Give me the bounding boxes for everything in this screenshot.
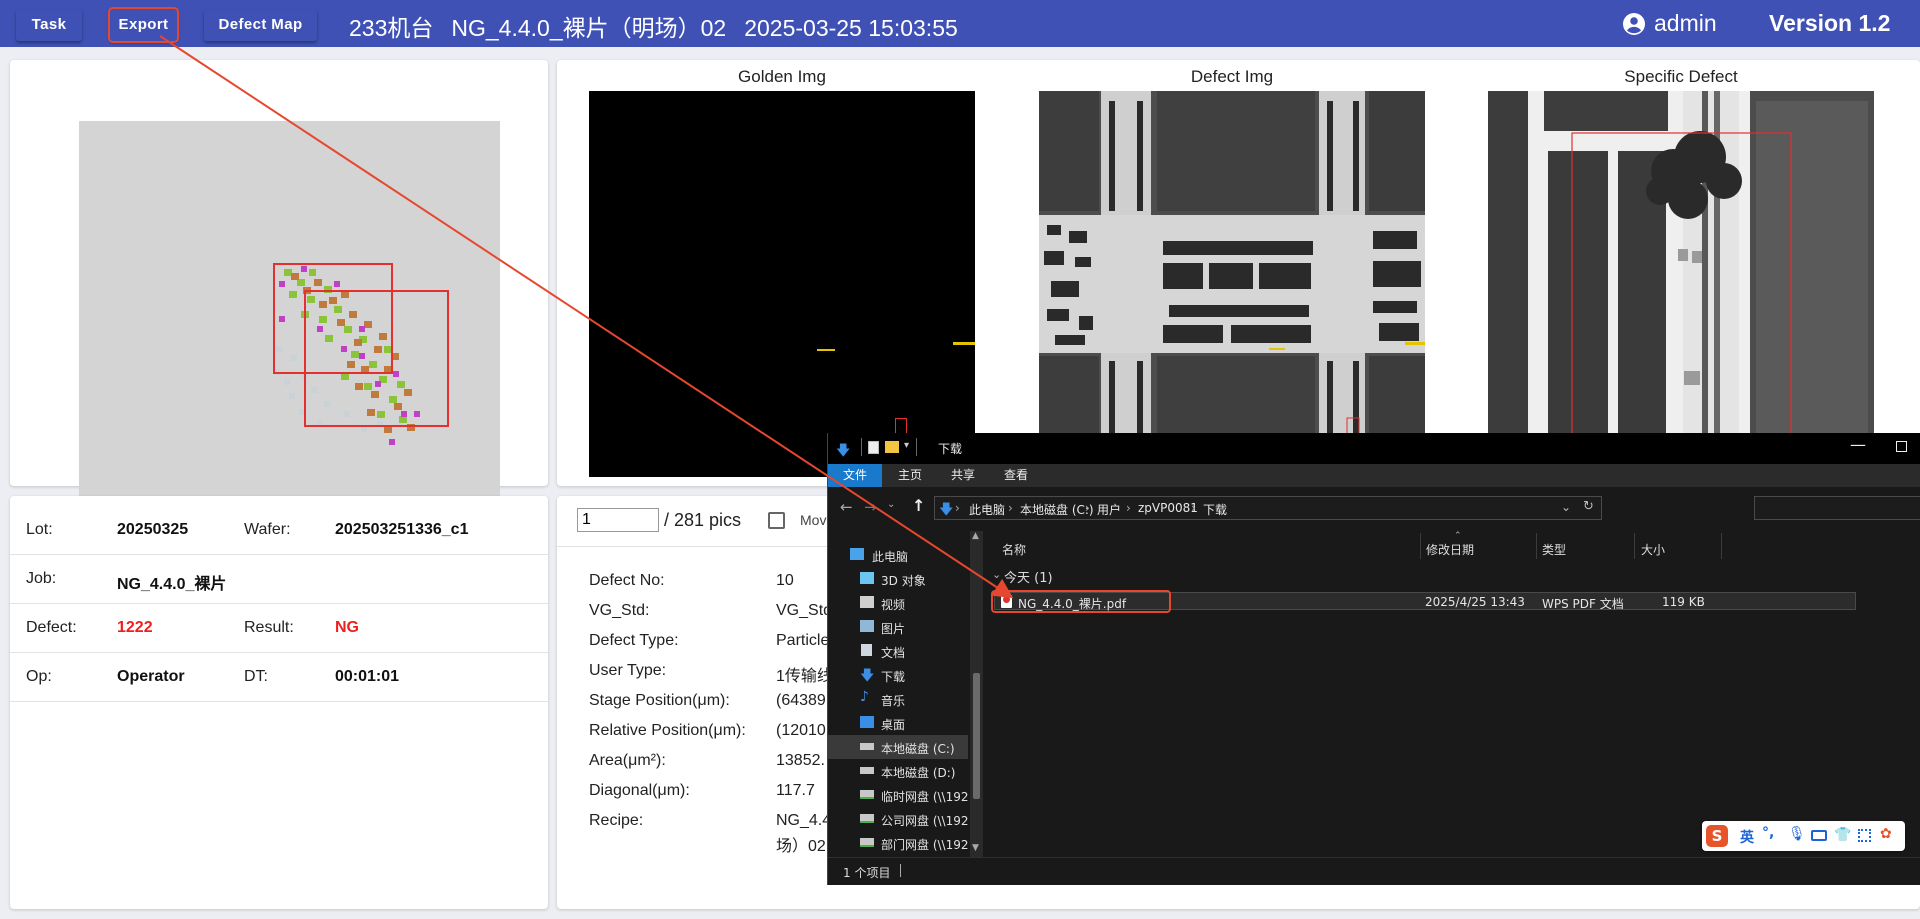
microphone-icon[interactable]: 🎙 [1788,826,1806,842]
toolbox-icon[interactable] [1858,829,1871,842]
annotation-arrow [159,35,1014,599]
sogou-logo-icon[interactable]: S [1706,825,1728,847]
ime-language-toggle[interactable]: 英 [1740,827,1754,847]
annotation-overlay [159,35,1014,599]
punctuation-icon[interactable]: °, [1762,825,1774,841]
ime-mascot-icon[interactable]: ✿ [1880,826,1892,842]
ime-toolbar[interactable]: S 英 °, 🎙 👕 ✿ [1702,821,1905,851]
skin-icon[interactable]: 👕 [1834,827,1851,843]
keyboard-icon[interactable] [1811,830,1827,841]
